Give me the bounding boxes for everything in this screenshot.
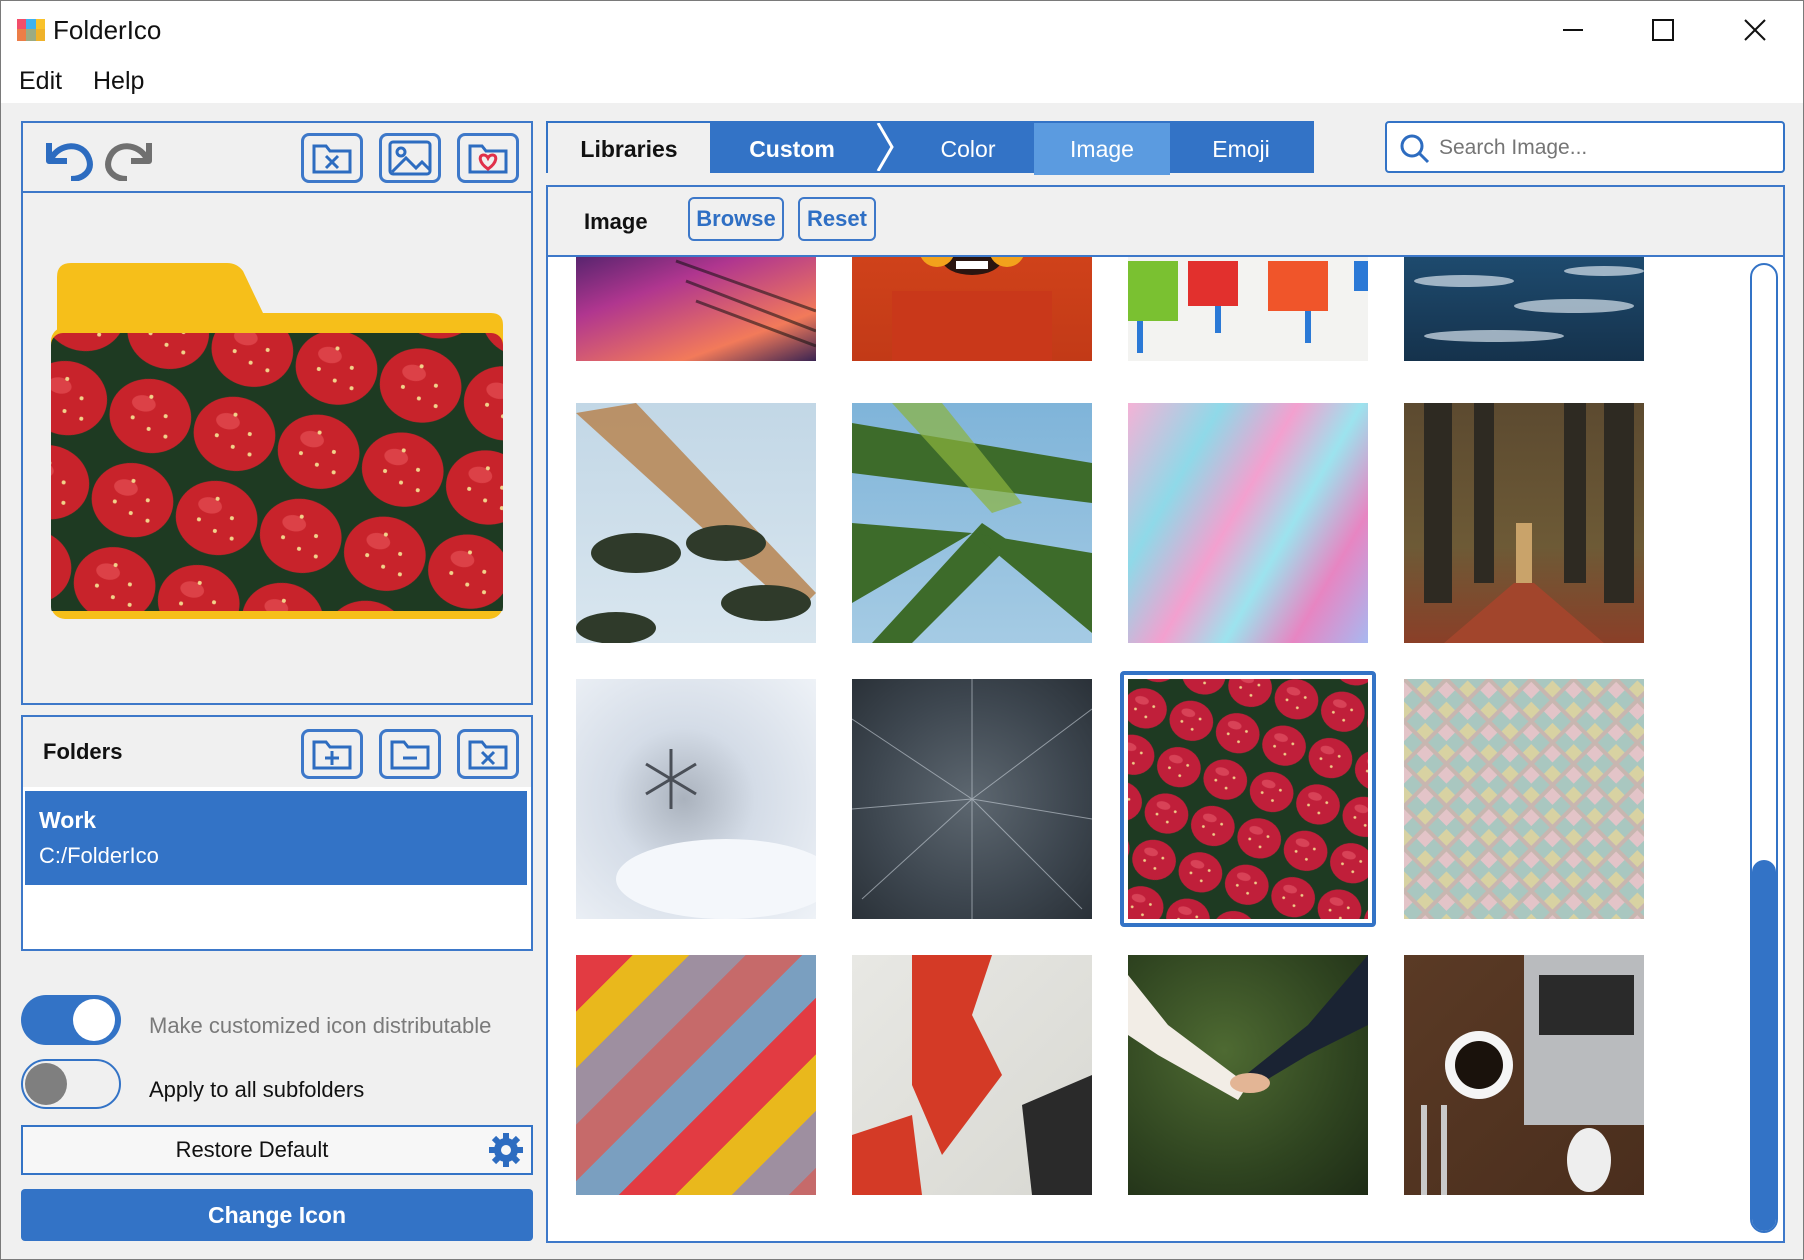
thumbnail-coffee-laptop[interactable] [1404, 955, 1644, 1195]
tab-emoji[interactable]: Emoji [1170, 123, 1312, 175]
menu-edit[interactable]: Edit [19, 67, 62, 96]
search-box [1385, 121, 1785, 173]
thumbnail-strawberries[interactable] [1120, 671, 1376, 927]
thumbnail-snowflake[interactable] [576, 679, 816, 919]
snowflake-image [616, 749, 816, 919]
search-input[interactable] [1437, 131, 1771, 165]
category-tabs: Libraries Custom Color Image Emoji [546, 121, 1314, 175]
forest-path-image [1424, 403, 1634, 643]
maximize-icon [1652, 19, 1674, 41]
tab-color[interactable]: Color [902, 123, 1034, 175]
preview-toolbar [23, 123, 531, 193]
minimize-button[interactable] [1527, 1, 1619, 59]
folder-list-item[interactable]: Work C:/FolderIco [25, 791, 527, 885]
strawberries-image [1128, 679, 1368, 919]
image-icon [388, 140, 432, 176]
thumbnail-ocean-waves[interactable] [1404, 257, 1644, 361]
starfield-image [852, 679, 1092, 919]
thumbnail-grid [548, 257, 1783, 1241]
paint-rollers-image [1128, 261, 1368, 353]
folder-plus-icon [312, 740, 352, 770]
image-button[interactable] [379, 133, 441, 183]
thumbnail-laptop-keyboard[interactable] [576, 257, 816, 361]
remove-icon-button[interactable] [301, 133, 363, 183]
settings-button[interactable] [481, 1125, 533, 1175]
thumbnail-palm-trees-sky[interactable] [576, 403, 816, 643]
app-logo-icon [17, 19, 45, 41]
thumbnail-paint-rollers[interactable] [1128, 257, 1368, 361]
thumbnail-pastel-tiles[interactable] [1404, 679, 1644, 919]
folder-x-icon [468, 740, 508, 770]
tab-image[interactable]: Image [1034, 123, 1170, 175]
gallery-panel: Image Browse Reset [546, 185, 1785, 1243]
folder-x-icon [312, 144, 352, 174]
remove-folder-button[interactable] [379, 729, 441, 779]
close-button[interactable] [1709, 1, 1801, 59]
app-window: FolderIco Edit Help Folders Work C:/Fold… [0, 0, 1804, 1260]
folder-name: Work [39, 807, 97, 833]
undo-icon[interactable] [39, 133, 95, 181]
subfolders-label: Apply to all subfolders [149, 1077, 365, 1102]
gear-icon [489, 1133, 523, 1167]
palm-leaves-image [852, 403, 1092, 643]
thumbnail-torn-posters[interactable] [852, 955, 1092, 1195]
restore-default-button[interactable]: Restore Default [21, 1125, 483, 1175]
reset-button[interactable]: Reset [798, 197, 876, 241]
maximize-button[interactable] [1617, 1, 1709, 59]
distributable-toggle[interactable] [21, 995, 121, 1045]
thumbnail-starfield[interactable] [852, 679, 1092, 919]
folder-list: Work C:/FolderIco [23, 787, 531, 949]
window-title: FolderIco [53, 15, 162, 45]
thumbnail-forest-path[interactable] [1404, 403, 1644, 643]
preview-panel [21, 121, 533, 705]
folder-heart-icon [468, 144, 508, 174]
clear-folders-button[interactable] [457, 729, 519, 779]
thumbnail-palm-leaves[interactable] [852, 403, 1092, 643]
thumbnail-pink-blue-paint[interactable] [1128, 403, 1368, 643]
main-content: Folders Work C:/FolderIco Make customize… [1, 103, 1803, 1259]
thumbnail-holding-hands[interactable] [1128, 955, 1368, 1195]
folders-header: Folders [43, 739, 123, 764]
palm-trees-image [576, 403, 816, 643]
menu-help[interactable]: Help [93, 67, 144, 96]
menu-bar: Edit Help [1, 59, 1803, 103]
add-folder-button[interactable] [301, 729, 363, 779]
holding-hands-image [1128, 955, 1368, 1100]
redo-icon[interactable] [103, 133, 159, 181]
close-icon [1744, 19, 1766, 41]
tab-custom[interactable]: Custom [710, 123, 874, 175]
change-icon-button[interactable]: Change Icon [21, 1189, 533, 1241]
title-bar: FolderIco [1, 1, 1803, 59]
scrollbar-thumb[interactable] [1752, 860, 1776, 1231]
image-toolbar: Image Browse Reset [548, 187, 1783, 257]
tab-libraries[interactable]: Libraries [548, 123, 710, 175]
coffee-laptop-image [1421, 955, 1644, 1195]
thumbnail-striped-wood[interactable] [576, 955, 816, 1195]
folders-panel: Folders Work C:/FolderIco [21, 715, 533, 951]
pastel-tiles-image [1404, 679, 1644, 919]
search-icon [1400, 134, 1430, 164]
favorite-button[interactable] [457, 133, 519, 183]
image-label: Image [584, 209, 648, 234]
gallery-scrollbar[interactable] [1750, 263, 1778, 1233]
folder-minus-icon [390, 740, 430, 770]
folder-path: C:/FolderIco [39, 843, 159, 868]
toggle-knob [73, 999, 115, 1041]
woman-portrait-image [892, 257, 1052, 361]
torn-posters-image [852, 955, 1092, 1195]
ocean-waves-image [1414, 266, 1644, 342]
toggle-knob [25, 1063, 67, 1105]
distributable-label: Make customized icon distributable [149, 1013, 492, 1038]
subfolders-toggle[interactable] [21, 1059, 121, 1109]
folder-preview [51, 263, 503, 619]
thumbnail-woman-orange-glasses[interactable] [852, 257, 1092, 361]
browse-button[interactable]: Browse [688, 197, 784, 241]
laptop-keyboard-image [675, 259, 816, 348]
chevron-right-icon [876, 123, 894, 171]
folders-toolbar: Folders [23, 717, 531, 789]
minimize-icon [1563, 29, 1583, 31]
